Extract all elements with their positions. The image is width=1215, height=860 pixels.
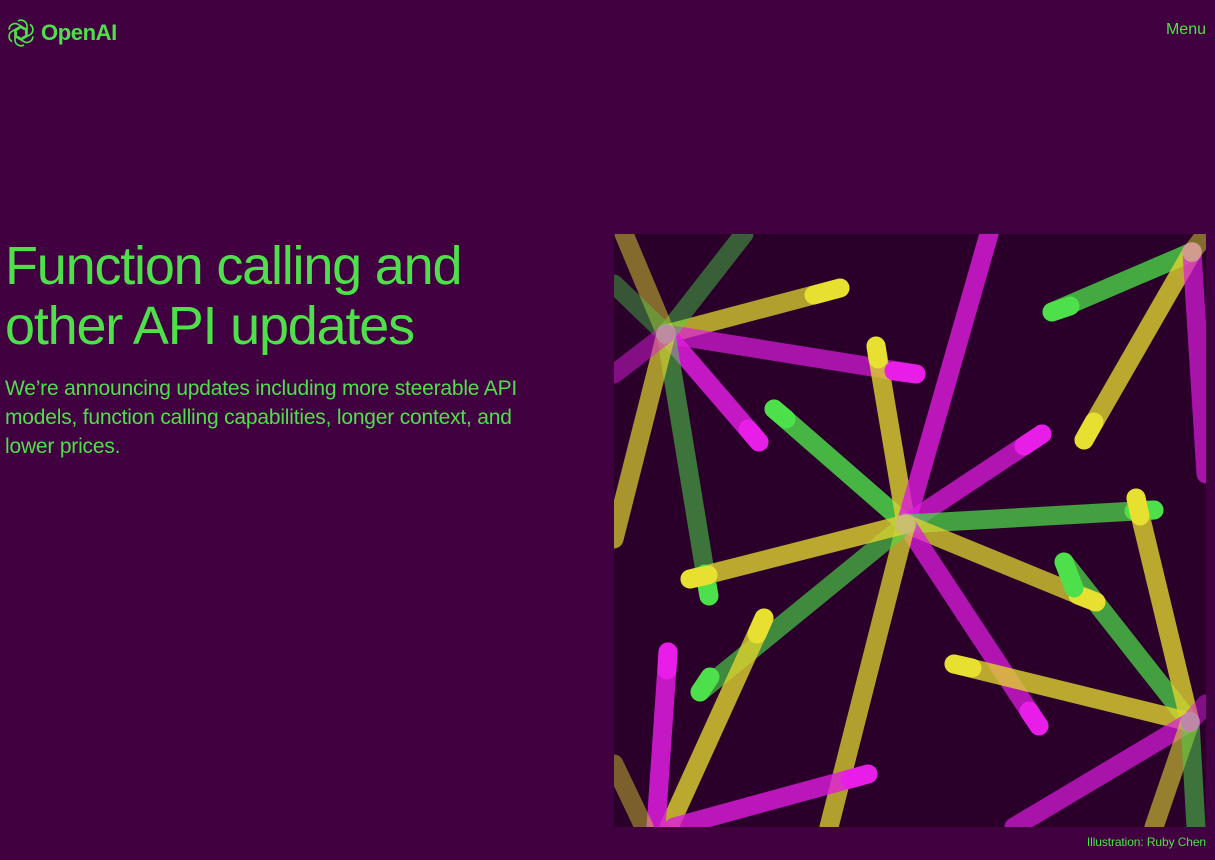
illustration-art bbox=[614, 234, 1206, 827]
illustration-caption: Illustration: Ruby Chen bbox=[1086, 835, 1206, 849]
page-title: Function calling and other API updates bbox=[5, 236, 585, 356]
openai-logo-icon bbox=[8, 19, 34, 47]
page-title-line-1: Function calling and bbox=[5, 236, 463, 296]
menu-button[interactable]: Menu bbox=[1166, 21, 1206, 39]
openai-logo-link[interactable]: OpenAI bbox=[5, 16, 117, 50]
brand-name: OpenAI bbox=[41, 20, 117, 45]
page-subtitle: We’re announcing updates including more … bbox=[5, 377, 518, 458]
site-header: OpenAI Menu bbox=[0, 0, 1215, 64]
page-title-line-2: other API updates bbox=[5, 296, 415, 356]
hero-text: Function calling and other API updates W… bbox=[5, 236, 585, 461]
page: OpenAI Menu Function calling and other A… bbox=[0, 0, 1215, 860]
hero-illustration bbox=[614, 234, 1206, 827]
